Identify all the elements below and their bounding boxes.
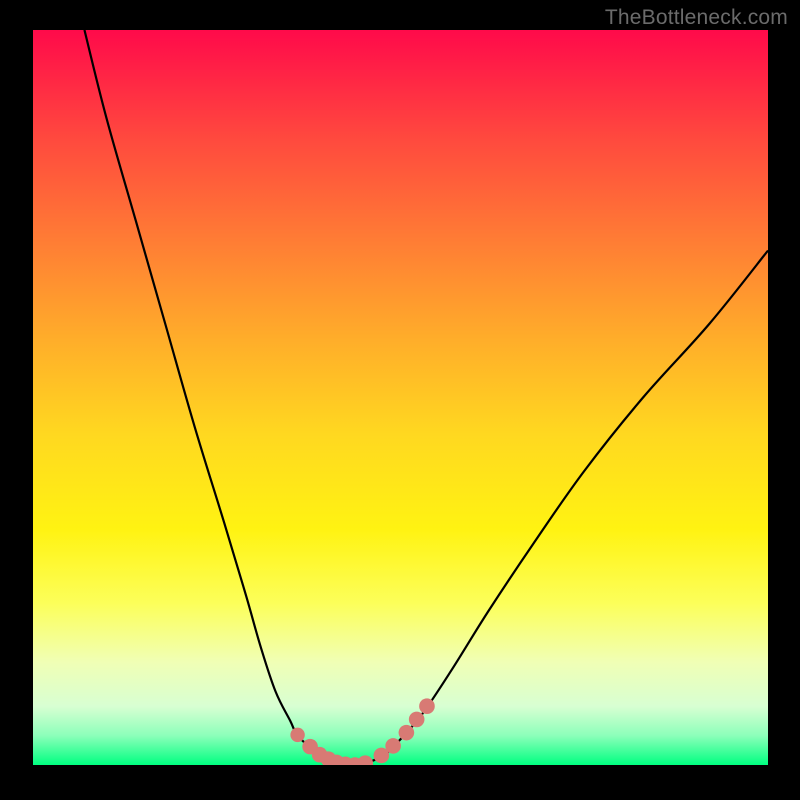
- curve-marker: [338, 756, 354, 765]
- curve-marker: [374, 748, 390, 764]
- curve-marker: [290, 728, 304, 742]
- curve-marker: [409, 712, 425, 728]
- curve-marker: [419, 698, 435, 714]
- curve-marker: [312, 747, 328, 763]
- curve-marker: [321, 751, 337, 765]
- bottleneck-curve: [33, 30, 768, 765]
- curve-marker: [357, 755, 373, 765]
- curve-line: [84, 30, 768, 765]
- curve-marker: [329, 755, 345, 765]
- chart-gradient-area: [33, 30, 768, 765]
- watermark-text: TheBottleneck.com: [605, 6, 788, 30]
- curve-marker: [385, 738, 401, 754]
- curve-marker: [399, 725, 415, 741]
- curve-markers: [290, 698, 434, 765]
- curve-marker: [347, 757, 363, 765]
- curve-marker: [302, 739, 318, 755]
